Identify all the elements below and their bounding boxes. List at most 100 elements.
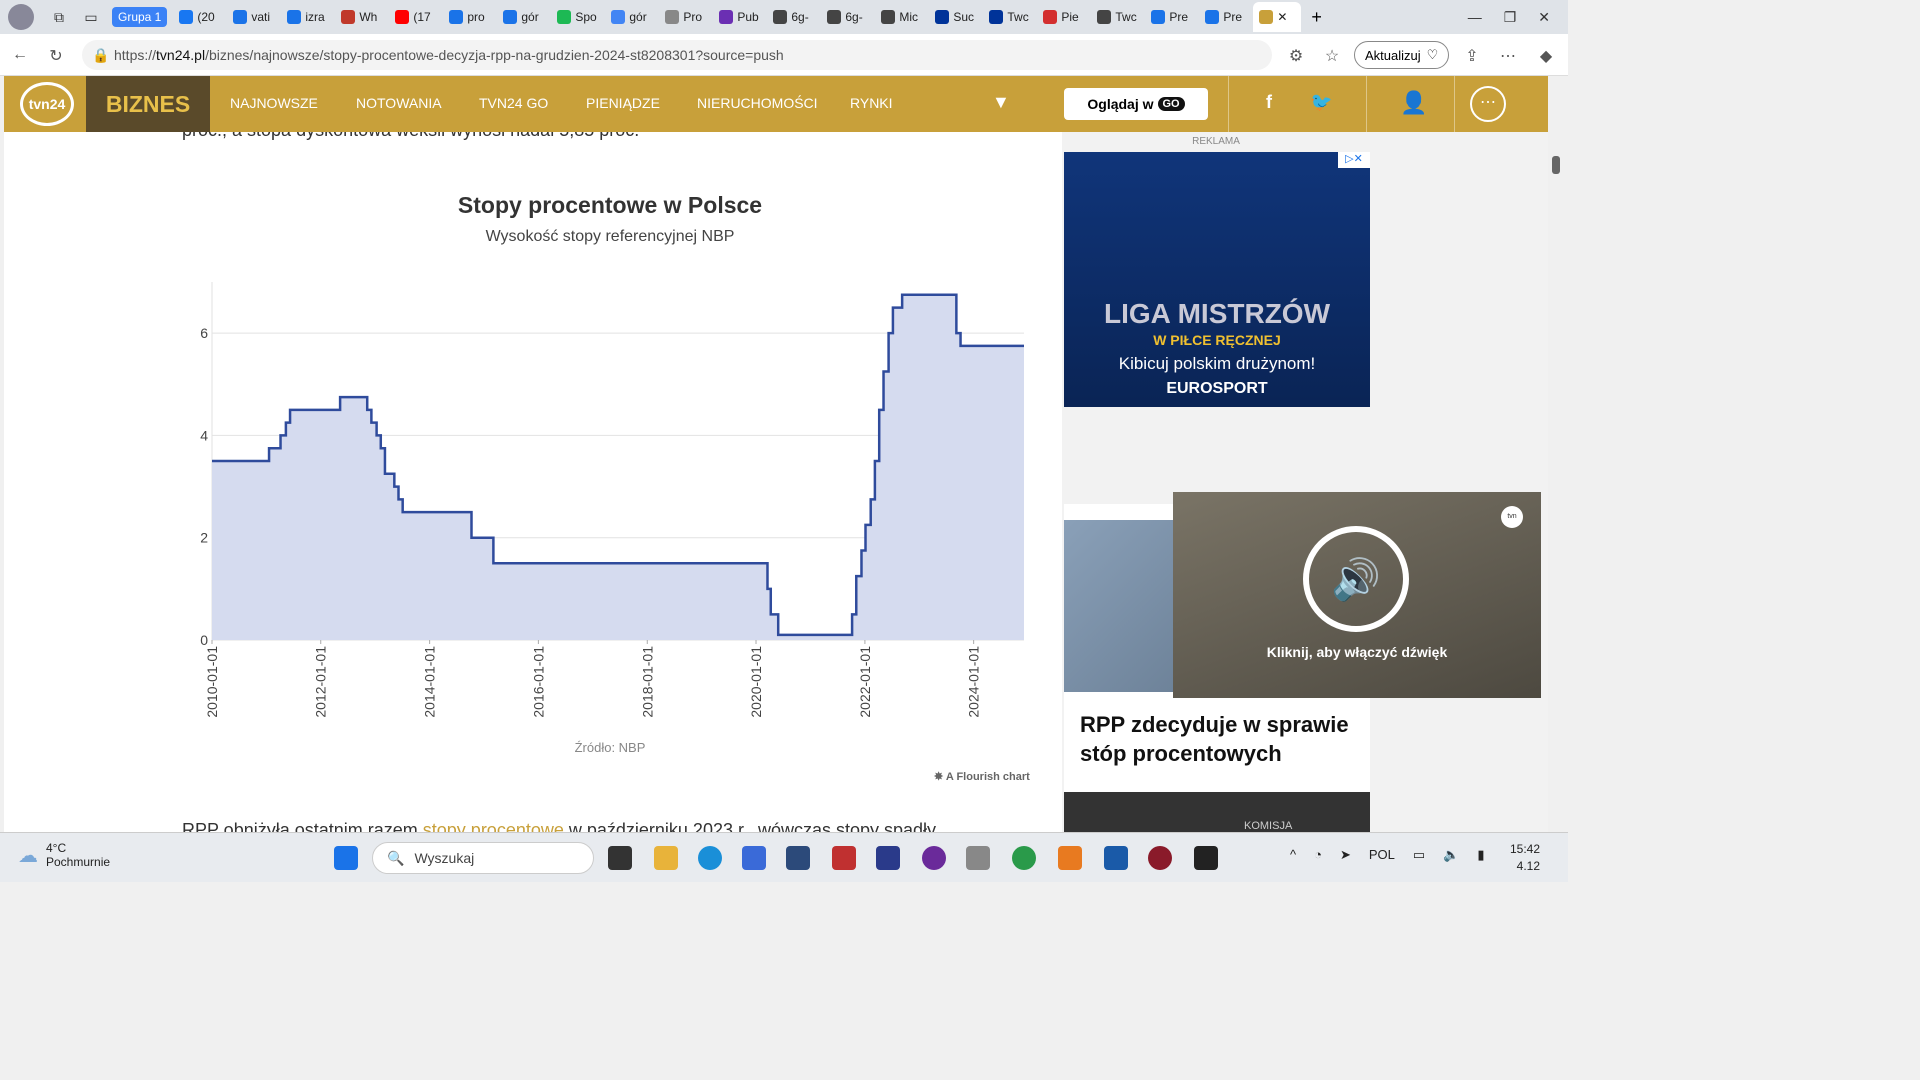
tab-actions-icon[interactable]: ▭ <box>78 4 104 30</box>
tvn24-logo[interactable]: tvn24 <box>20 82 74 126</box>
minimize-icon[interactable]: — <box>1468 9 1482 25</box>
app-icon[interactable] <box>832 846 856 870</box>
system-tray: ^ ◔ ➤ POL ▭ 🔈 ▮ <box>1290 847 1485 863</box>
go-brand: GO <box>1157 97 1185 111</box>
nav-tvn24go[interactable]: TVN24 GO <box>479 95 548 111</box>
browser-tab[interactable]: pro <box>443 2 497 32</box>
back-icon[interactable]: ← <box>10 46 30 66</box>
close-tab-icon[interactable]: ✕ <box>1277 10 1287 24</box>
tab-favicon-icon <box>611 10 626 24</box>
send-icon[interactable]: ➤ <box>1340 847 1351 863</box>
extensions-icon[interactable]: ⚙ <box>1286 46 1306 66</box>
display-icon[interactable]: ▭ <box>1413 847 1425 863</box>
section-title[interactable]: BIZNES <box>86 76 210 132</box>
nav-rynki[interactable]: RYNKI <box>850 95 893 111</box>
update-button[interactable]: Aktualizuj ♡ <box>1354 41 1450 69</box>
nav-najnowsze[interactable]: NAJNOWSZE <box>230 95 318 111</box>
video-player[interactable]: tvn 🔊 Kliknij, aby włączyć dźwięk <box>1173 492 1541 698</box>
app-d-icon[interactable] <box>1148 846 1172 870</box>
vlc-icon[interactable] <box>1058 846 1082 870</box>
battery-icon[interactable]: ▮ <box>1477 847 1484 863</box>
news-title[interactable]: RPP zdecyduje w sprawie stóp procentowyc… <box>1080 710 1360 768</box>
browser-tab[interactable]: (20 <box>173 2 227 32</box>
browser-tab[interactable]: gór <box>497 2 551 32</box>
browser-tab[interactable]: vati <box>227 2 281 32</box>
rates-chart[interactable]: 0 2 4 6 2010-01-01 2012-01-01 2014-01-01 2016-0… <box>184 272 1044 732</box>
tab-favicon-icon <box>935 10 950 24</box>
close-window-icon[interactable]: ✕ <box>1538 9 1550 26</box>
more-menu-icon[interactable]: ⋯ <box>1470 86 1506 122</box>
tab-group-label[interactable]: Grupa 1 <box>112 7 168 27</box>
language-indicator[interactable]: POL <box>1369 847 1395 863</box>
browser-tab[interactable]: gór <box>605 2 659 32</box>
y-tick-label: 6 <box>200 325 208 341</box>
browser-tab[interactable]: Wh <box>335 2 389 32</box>
network-app-icon[interactable] <box>966 846 990 870</box>
flourish-credit[interactable]: ✸ A Flourish chart <box>934 770 1030 783</box>
facebook-icon[interactable]: f <box>1266 92 1272 113</box>
nav-more-chevron-icon[interactable]: ▼ <box>992 92 1010 113</box>
search-input[interactable]: 🔍 Wyszukaj <box>372 842 594 874</box>
tab-active[interactable]: ✕ <box>1253 2 1302 32</box>
clock[interactable]: 15:42 4.12 <box>1510 841 1540 875</box>
profile-avatar[interactable] <box>8 4 34 30</box>
nav-notowania[interactable]: NOTOWANIA <box>356 95 442 111</box>
x-tick-label: 2020-01-01 <box>748 646 764 718</box>
browser-tab[interactable]: Mic <box>875 2 929 32</box>
ad-banner[interactable]: ▷✕ LIGA MISTRZÓW W PIŁCE RĘCZNEJ Kibicuj… <box>1064 152 1370 407</box>
url-field[interactable]: 🔒 https://tvn24.pl/biznes/najnowsze/stop… <box>82 40 1272 70</box>
browser-tab[interactable]: izra <box>281 2 335 32</box>
scrollbar[interactable] <box>1548 76 1568 832</box>
browser-tab[interactable]: Pre <box>1145 2 1199 32</box>
browser-tab[interactable]: Pub <box>713 2 767 32</box>
volume-icon[interactable]: 🔈 <box>1443 847 1459 863</box>
browser-tab[interactable]: 6g- <box>767 2 821 32</box>
browser-tab[interactable]: Pie <box>1037 2 1091 32</box>
workspaces-icon[interactable]: ⧉ <box>46 4 72 30</box>
terminal-icon[interactable] <box>1194 846 1218 870</box>
browser-tab[interactable]: Spo <box>551 2 605 32</box>
browser-tab[interactable]: Pro <box>659 2 713 32</box>
favorites-icon[interactable]: ☆ <box>1322 46 1342 66</box>
task-view-icon[interactable] <box>608 846 632 870</box>
ad-subtitle: W PIŁCE RĘCZNEJ <box>1153 332 1281 348</box>
file-explorer-icon[interactable] <box>654 846 678 870</box>
watch-go-button[interactable]: Oglądaj w GO <box>1064 88 1208 120</box>
tray-app-icon[interactable]: ◔ <box>1314 847 1322 863</box>
weather-widget[interactable]: ☁ 4°C Pochmurnie <box>18 841 110 869</box>
reload-icon[interactable]: ↻ <box>46 46 66 66</box>
browser-tab[interactable]: 6g- <box>821 2 875 32</box>
podcast-icon[interactable] <box>922 846 946 870</box>
copilot-icon[interactable]: ◆ <box>1536 46 1556 66</box>
twitter-icon[interactable]: 🐦 <box>1310 92 1332 113</box>
unmute-button[interactable]: 🔊 <box>1303 526 1409 632</box>
save-app-icon[interactable] <box>876 846 900 870</box>
nav-pieniadze[interactable]: PIENIĄDZE <box>586 95 660 111</box>
scrollbar-thumb[interactable] <box>1552 156 1560 174</box>
rates-link[interactable]: stopy procentowe <box>423 820 564 832</box>
ad-close-icon[interactable]: ▷✕ <box>1338 152 1370 168</box>
start-icon[interactable] <box>334 846 358 870</box>
browser-tab[interactable]: Suc <box>929 2 983 32</box>
app4-icon[interactable] <box>1104 846 1128 870</box>
user-icon[interactable]: 👤 <box>1400 90 1427 116</box>
tab-label: Pro <box>683 10 703 24</box>
speaker-icon: 🔊 <box>1331 557 1381 602</box>
nav-nieruchomosci[interactable]: NIERUCHOMOŚCI <box>697 95 818 111</box>
share-icon[interactable]: ⇪ <box>1462 46 1482 66</box>
browser-tab[interactable]: Twc <box>1091 2 1145 32</box>
tab-favicon-icon <box>881 10 896 24</box>
store-icon[interactable] <box>742 846 766 870</box>
chevron-up-icon[interactable]: ^ <box>1290 847 1296 863</box>
more-icon[interactable]: ⋯ <box>1498 46 1518 66</box>
tab-favicon-icon <box>1097 10 1112 24</box>
news-card-2[interactable]: KOMISJA <box>1064 792 1370 832</box>
browser-tab[interactable]: (17 <box>389 2 443 32</box>
globe-app-icon[interactable] <box>1012 846 1036 870</box>
edge-icon[interactable] <box>698 846 722 870</box>
browser-tab[interactable]: Twc <box>983 2 1037 32</box>
new-tab-button[interactable]: + <box>1311 7 1322 28</box>
virtualbox-icon[interactable] <box>786 846 810 870</box>
browser-tab[interactable]: Pre <box>1199 2 1253 32</box>
restore-icon[interactable]: ❐ <box>1504 9 1517 26</box>
